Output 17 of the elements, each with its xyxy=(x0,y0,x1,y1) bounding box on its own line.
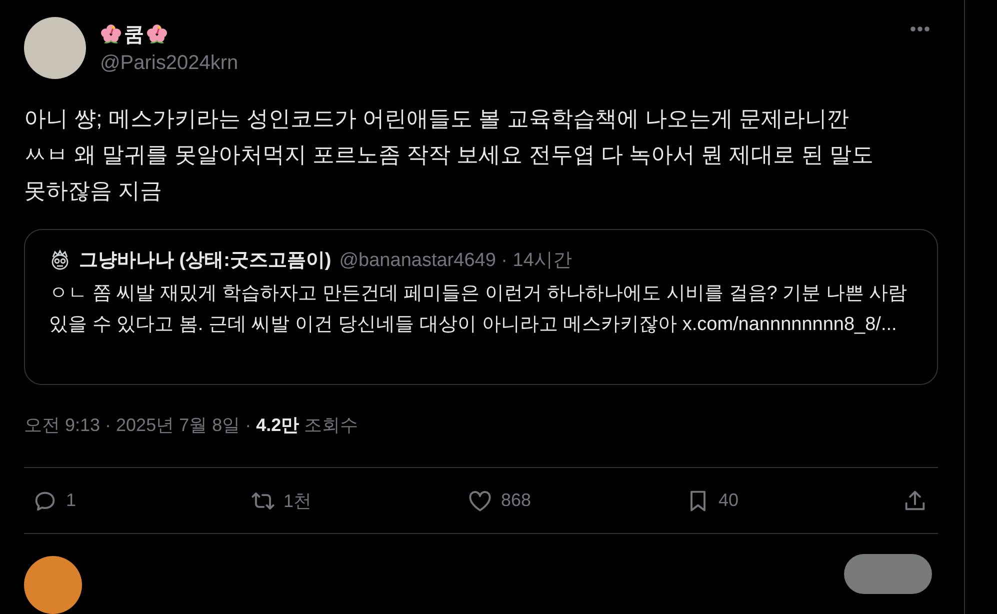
display-name[interactable]: 쿰 xyxy=(124,21,144,48)
pill-button[interactable] xyxy=(844,554,932,594)
quoted-post-text: ㅇㄴ 쫌 씨발 재밌게 학습하자고 만든건데 페미들은 이런거 하나하나에도 시비를 걸음? 기분 나쁜 사람 있을 수 있다고 봄. 근데 씨발 이건 당신네들 대상이 아니라고 메스카키잖아 x.com/nannnnnnnn8_8/... xyxy=(49,282,908,337)
quoted-author-name: 그냥바나나 (상태:굿즈고픔이) xyxy=(79,249,332,273)
user-handle[interactable]: @Paris2024krn xyxy=(100,52,238,75)
quoted-post[interactable]: 그냥바나나 (상태:굿즈고픔이) @bananastar4649 · 14시간 ㅇㄴ 쫌 씨발 재밌게 학습하자고 만든건데 페미들은 이런거 하나하나에도 시비를 걸음? 기분 나쁜 사람 있을 수 있다고 봄. 근데 씨발 이건 당신네들 대상이 아니라고 메스카키잖아 x.com/nannnnnnnn8_8/... xyxy=(24,229,938,386)
more-icon[interactable] xyxy=(910,26,930,32)
action-count: 868 xyxy=(501,490,532,512)
hibiscus-icon xyxy=(100,24,122,46)
post-meta: 오전 9:13 · 2025년 7월 8일 · 4.2만 조회수 xyxy=(24,414,360,438)
quoted-handle-time: @bananastar4649 · 14시간 xyxy=(339,249,572,273)
action-count: 40 xyxy=(718,490,739,512)
action-count: 1 xyxy=(66,490,76,512)
post-text: 아니 썅; 메스가키라는 성인코드가 어린애들도 볼 교육학습책에 나오는게 문제라니깐 ㅆㅂ 왜 말귀를 못알아처먹지 포르노좀 작작 보세요 전두엽 다 녹아서 뭔 제대로 된 말도 못하잖음 지금 xyxy=(24,105,874,205)
hibiscus-icon xyxy=(146,24,168,46)
cartoon-avatar-icon xyxy=(49,249,71,271)
action-count: 1천 xyxy=(284,490,312,513)
